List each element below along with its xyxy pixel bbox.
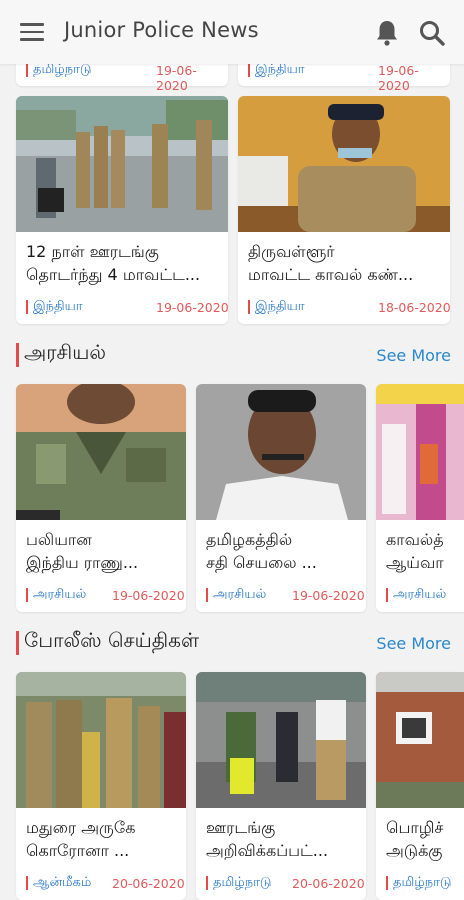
news-title: காவல்த் ஆய்வா	[386, 530, 444, 572]
news-card[interactable]: தமிழகத்தில் சதி செயலை ... அரசியல் 19-06-…	[196, 384, 366, 612]
date-label: 20-06-2020	[292, 876, 365, 891]
news-card[interactable]: திருவள்ளூர் மாவட்ட காவல் கண்... இந்தியா …	[238, 96, 450, 324]
news-title: தமிழகத்தில் சதி செயலை ...	[206, 530, 317, 572]
category-label: இந்தியா	[248, 63, 305, 77]
date-label: 20-06-2020	[112, 876, 185, 891]
date-label: 19-06-2020	[112, 588, 185, 603]
app-title: Junior Police News	[64, 18, 259, 42]
category-label: தமிழ்நாடு	[206, 876, 271, 890]
see-more-link[interactable]: See More	[376, 346, 451, 365]
section-accent-bar	[16, 631, 19, 655]
news-title: திருவள்ளூர் மாவட்ட காவல் கண்...	[248, 242, 414, 284]
news-card[interactable]: 12 நாள் ஊரடங்கு தொடர்ந்து 4 மாவட்ட... இந…	[16, 96, 228, 324]
news-image	[16, 672, 186, 808]
news-image	[16, 384, 186, 520]
news-card[interactable]: பொழிச் அடுக்கு தமிழ்நாடு	[376, 672, 464, 900]
date-label: 19-06-2020	[156, 63, 197, 93]
news-card[interactable]: ஊரடங்கு அறிவிக்கப்பட்... தமிழ்நாடு 20-06…	[196, 672, 366, 900]
app-bar: Junior Police News	[0, 0, 464, 64]
news-card[interactable]: காவல்த் ஆய்வா அரசியல்	[376, 384, 464, 612]
category-label: தமிழ்நாடு	[386, 876, 451, 890]
category-label: ஆன்மீகம்	[26, 876, 91, 890]
news-title: ஊரடங்கு அறிவிக்கப்பட்...	[206, 818, 329, 860]
menu-icon[interactable]	[20, 23, 44, 41]
news-image	[16, 96, 228, 232]
news-image	[376, 672, 464, 808]
news-title: மதுரை அருகே கொரோனா ...	[26, 818, 136, 860]
section-accent-bar	[16, 343, 19, 367]
news-image	[376, 384, 464, 520]
see-more-link[interactable]: See More	[376, 634, 451, 653]
date-label: 19-06-2020	[378, 63, 419, 93]
category-label: அரசியல்	[386, 588, 446, 602]
news-card[interactable]: மதுரை அருகே கொரோனா ... ஆன்மீகம் 20-06-20…	[16, 672, 186, 900]
section-header: அரசியல்	[16, 340, 256, 368]
category-label: அரசியல்	[206, 588, 266, 602]
news-title: 12 நாள் ஊரடங்கு தொடர்ந்து 4 மாவட்ட...	[26, 242, 201, 284]
search-icon[interactable]	[418, 19, 446, 47]
category-label: அரசியல்	[26, 588, 86, 602]
section-title: அரசியல்	[24, 340, 106, 364]
bell-icon[interactable]	[374, 19, 400, 47]
date-label: 19-06-2020	[156, 300, 228, 315]
news-title: பொழிச் அடுக்கு	[386, 818, 444, 860]
category-label: இந்தியா	[26, 300, 83, 314]
date-label: 18-06-2020	[378, 300, 450, 315]
section-title: போலீஸ் செய்திகள்	[24, 628, 200, 652]
news-image	[196, 672, 366, 808]
news-image	[238, 96, 450, 232]
category-label: இந்தியா	[248, 300, 305, 314]
news-image	[196, 384, 366, 520]
news-card[interactable]: பலியான இந்திய ராணு... அரசியல் 19-06-2020	[16, 384, 186, 612]
category-label: தமிழ்நாடு	[26, 63, 91, 77]
date-label: 19-06-2020	[292, 588, 365, 603]
section-header: போலீஸ் செய்திகள்	[16, 628, 316, 656]
news-title: பலியான இந்திய ராணு...	[26, 530, 139, 572]
